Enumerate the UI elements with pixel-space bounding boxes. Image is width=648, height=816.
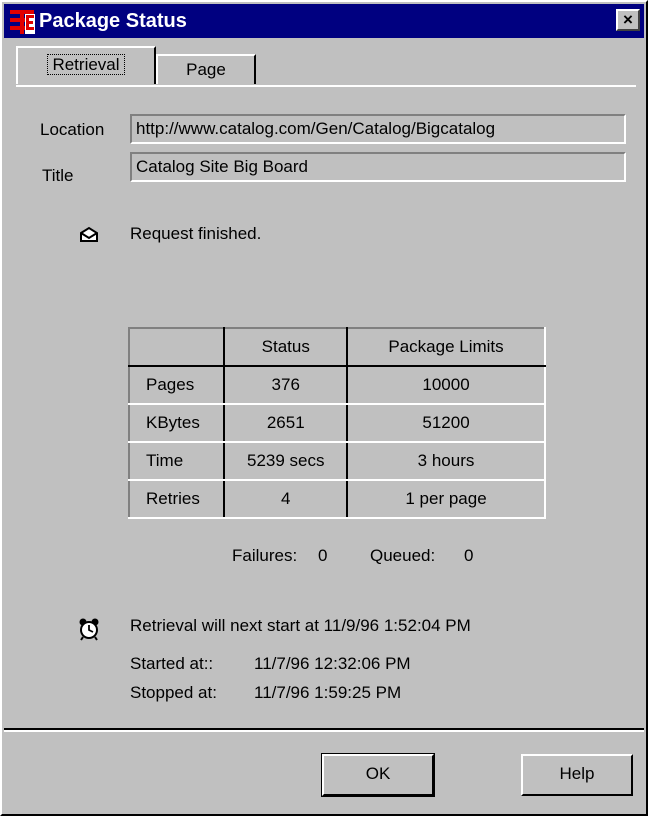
table-header-row: Status Package Limits bbox=[129, 328, 545, 367]
tab-page-label: Page bbox=[186, 60, 226, 79]
queued-label: Queued: bbox=[370, 546, 436, 565]
tab-retrieval-label: Retrieval bbox=[47, 54, 125, 75]
help-button[interactable]: Help bbox=[521, 754, 633, 796]
window-title: Package Status bbox=[39, 10, 187, 32]
close-button[interactable]: × bbox=[616, 9, 640, 31]
header-cell-limits: Package Limits bbox=[347, 328, 545, 367]
location-field[interactable]: http://www.catalog.com/Gen/Catalog/Bigca… bbox=[130, 114, 626, 144]
tab-retrieval[interactable]: Retrieval bbox=[16, 46, 156, 84]
next-start-text: Retrieval will next start at 11/9/96 1:5… bbox=[130, 616, 471, 635]
header-cell-empty bbox=[129, 328, 226, 367]
package-status-dialog: Package Status × Retrieval Page Location… bbox=[0, 0, 648, 816]
request-status-text: Request finished. bbox=[130, 224, 262, 243]
alarm-clock-icon bbox=[79, 618, 99, 641]
stopped-value: 11/7/96 1:59:25 PM bbox=[254, 683, 402, 702]
row-label: Time bbox=[129, 442, 226, 481]
tab-panel-border bbox=[16, 85, 636, 87]
status-cell: 376 bbox=[224, 366, 349, 405]
table-row: Pages 376 10000 bbox=[129, 366, 545, 405]
row-label: Pages bbox=[129, 366, 226, 405]
button-area-separator bbox=[4, 728, 644, 732]
title-bar[interactable]: Package Status × bbox=[4, 4, 644, 38]
status-cell: 2651 bbox=[224, 404, 349, 443]
failures-value: 0 bbox=[318, 546, 328, 565]
title-label: Title bbox=[42, 166, 74, 185]
envelope-icon bbox=[80, 226, 98, 242]
stats-table: Status Package Limits Pages 376 10000 KB… bbox=[128, 327, 546, 519]
limit-cell: 51200 bbox=[347, 404, 545, 443]
started-label: Started at:: bbox=[130, 654, 214, 673]
row-label: Retries bbox=[129, 480, 226, 519]
queued-value: 0 bbox=[464, 546, 474, 565]
status-cell: 4 bbox=[224, 480, 349, 519]
limit-cell: 3 hours bbox=[347, 442, 545, 481]
limit-cell: 1 per page bbox=[347, 480, 545, 519]
title-field[interactable]: Catalog Site Big Board bbox=[130, 152, 626, 182]
ok-button[interactable]: OK bbox=[321, 753, 435, 797]
status-cell: 5239 secs bbox=[224, 442, 349, 481]
row-label: KBytes bbox=[129, 404, 226, 443]
stopped-label: Stopped at: bbox=[130, 683, 217, 702]
header-cell-status: Status bbox=[224, 328, 349, 367]
started-value: 11/7/96 12:32:06 PM bbox=[254, 654, 411, 673]
table-row: Time 5239 secs 3 hours bbox=[129, 442, 545, 481]
tab-page[interactable]: Page bbox=[156, 54, 256, 84]
table-row: KBytes 2651 51200 bbox=[129, 404, 545, 443]
close-icon: × bbox=[623, 10, 633, 29]
failures-label: Failures: bbox=[232, 546, 298, 565]
app-logo-icon bbox=[10, 10, 35, 34]
location-label: Location bbox=[40, 120, 105, 139]
table-row: Retries 4 1 per page bbox=[129, 480, 545, 519]
limit-cell: 10000 bbox=[347, 366, 545, 405]
